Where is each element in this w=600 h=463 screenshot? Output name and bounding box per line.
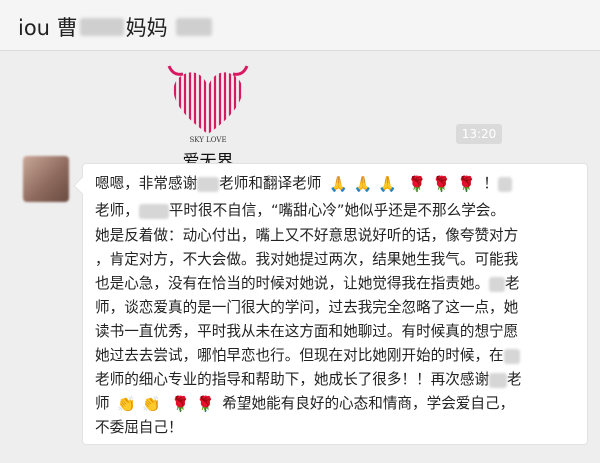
redacted-name-part [79, 18, 124, 36]
message-line: 老师的细心专业的指导和帮助下，她成长了很多！！再次感谢老 [95, 371, 522, 388]
rose-emoji-icon: 🌹 [171, 395, 190, 413]
message-line: 嗯嗯，非常感谢 老师和翻译老师 🙏 🙏 🙏 🌹 🌹 🌹 ！ [95, 172, 512, 196]
redacted-name [197, 176, 220, 192]
message-line: 不委屈自己！ [95, 419, 183, 436]
message-line: ，肯定对方，不大会做。我对她提过两次，结果她生我气。可能我 [95, 251, 519, 268]
redacted-name [503, 348, 520, 364]
rose-emoji-icon: 🌹 [457, 175, 476, 193]
redacted-name [138, 203, 169, 219]
redacted-name [489, 276, 506, 292]
brand-en-text: SKY LOVE [189, 136, 226, 144]
rose-emoji-icon: 🌹 [407, 175, 427, 193]
redacted-name [489, 372, 508, 388]
message-line: 也是心急，没有在恰当的时候对她说，让她觉得我在指责她。老 [95, 275, 520, 292]
rose-emoji-icon: 🌹 [195, 395, 215, 413]
sky-love-logo: SKY LOVE 爱无界 [163, 62, 253, 172]
chat-title-suffix: 妈妈 [125, 16, 168, 40]
sender-avatar[interactable] [23, 156, 69, 202]
chat-title: iou 曹 妈妈 [18, 12, 212, 42]
pray-emoji-icon: 🙏 [353, 175, 373, 193]
message-line: 老师， 平时很不自信，“嘴甜心冷”她似乎还是不那么学会。 [95, 202, 505, 219]
message-timestamp: 13:20 [456, 124, 502, 144]
chat-header: iou 曹 妈妈 [0, 0, 600, 51]
rose-emoji-icon: 🌹 [432, 175, 452, 193]
chat-title-prefix: iou 曹 [18, 16, 78, 40]
pray-emoji-icon: 🙏 [328, 175, 348, 193]
clap-emoji-icon: 👏 [141, 395, 161, 413]
message-line: 师，谈恋爱真的是一门很大的学问，过去我完全忽略了这一点，她 [95, 299, 519, 316]
clap-emoji-icon: 👏 [117, 395, 136, 413]
message-line: 读书一直优秀，平时我从未在这方面和她聊过。有时候真的想宁愿 [95, 323, 519, 340]
message-line: 师 👏 👏 🌹 🌹 希望她能有良好的心态和情商，学会爱自己， [95, 392, 514, 416]
message-bubble[interactable]: 嗯嗯，非常感谢 老师和翻译老师 🙏 🙏 🙏 🌹 🌹 🌹 ！ 老师， 平时很不自信，“嘴甜心冷… [82, 163, 588, 445]
heart-logo-icon: SKY LOVE [167, 65, 249, 144]
pray-emoji-icon: 🙏 [378, 175, 398, 193]
message-line: 她过去去尝试，哪怕早恋也行。但现在对比她刚开始的时候，在 [95, 344, 520, 368]
message-line: 她是反着做：动心付出，嘴上又不好意思说好听的话，像夸赞对方 [95, 227, 519, 244]
redacted-name-part [175, 18, 212, 36]
redacted-text [498, 176, 512, 192]
